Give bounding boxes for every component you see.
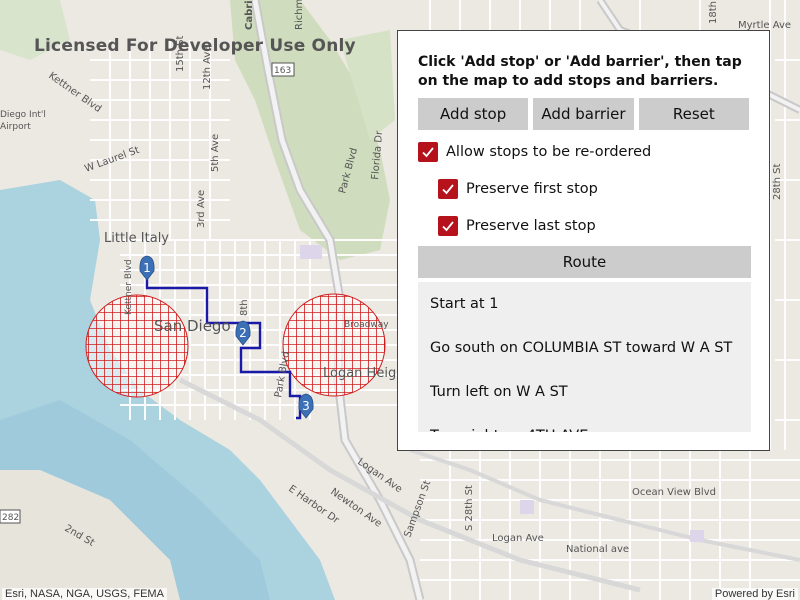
- label-cabrillo: Cabrillo: [244, 0, 255, 30]
- reorder-option[interactable]: Allow stops to be re-ordered: [418, 133, 749, 170]
- label-ocean-view: Ocean View Blvd: [632, 487, 716, 498]
- hwy-163-shield: 163: [274, 66, 291, 76]
- preserve-last-checkbox[interactable]: [438, 215, 458, 236]
- direction-item[interactable]: Start at 1: [418, 282, 751, 326]
- label-national-ave: National ave: [566, 544, 629, 555]
- add-stop-button[interactable]: Add stop: [418, 98, 529, 130]
- direction-item[interactable]: Turn right on 4TH AVE: [418, 414, 751, 432]
- preserve-first-label: Preserve first stop: [466, 180, 598, 197]
- attribution-text: Esri, NASA, NGA, USGS, FEMA: [2, 588, 167, 600]
- powered-by-text[interactable]: Powered by Esri: [711, 588, 798, 600]
- reset-button[interactable]: Reset: [638, 98, 749, 130]
- checkmark-icon: [442, 220, 454, 231]
- preserve-first-checkbox[interactable]: [438, 178, 458, 199]
- preserve-last-option[interactable]: Preserve last stop: [418, 207, 749, 244]
- label-fifth: 5th Ave: [210, 134, 221, 172]
- label-logan-ave: Logan Ave: [492, 533, 544, 544]
- label-eighth: 8th: [239, 299, 250, 316]
- preserve-first-option[interactable]: Preserve first stop: [418, 170, 749, 207]
- label-third: 3rd Ave: [196, 190, 207, 228]
- preserve-last-label: Preserve last stop: [466, 217, 596, 234]
- add-barrier-button[interactable]: Add barrier: [533, 98, 634, 130]
- label-little-italy: Little Italy: [104, 231, 169, 246]
- label-broadway: Broadway: [344, 320, 389, 330]
- stop-label-3: 3: [302, 399, 310, 413]
- hwy-282-shield: 282: [2, 513, 19, 523]
- developer-watermark: Licensed For Developer Use Only: [34, 36, 356, 56]
- direction-item[interactable]: Go south on COLUMBIA ST toward W A ST: [418, 326, 751, 370]
- direction-item[interactable]: Turn left on W A ST: [418, 370, 751, 414]
- directions-list[interactable]: Start at 1 Go south on COLUMBIA ST towar…: [418, 282, 751, 432]
- stop-label-2: 2: [239, 326, 247, 340]
- label-eighteenth: 18th St: [708, 0, 719, 24]
- label-twenty-eighth: 28th St: [772, 163, 783, 200]
- routing-panel: Click 'Add stop' or 'Add barrier', then …: [397, 30, 770, 451]
- label-kettner-2: Kettner Blvd: [124, 259, 134, 315]
- label-richmond: Richmo: [294, 0, 305, 30]
- action-buttons: Add stop Add barrier Reset: [418, 98, 749, 130]
- stop-label-1: 1: [143, 261, 151, 275]
- checkmark-icon: [422, 146, 434, 157]
- instructions-text: Click 'Add stop' or 'Add barrier', then …: [418, 54, 742, 89]
- reorder-label: Allow stops to be re-ordered: [446, 143, 652, 160]
- checkmark-icon: [442, 183, 454, 194]
- label-s28th: S 28th St: [464, 485, 475, 531]
- route-button[interactable]: Route: [418, 246, 751, 278]
- label-san-diego: San Diego: [154, 317, 231, 335]
- reorder-checkbox[interactable]: [418, 141, 438, 162]
